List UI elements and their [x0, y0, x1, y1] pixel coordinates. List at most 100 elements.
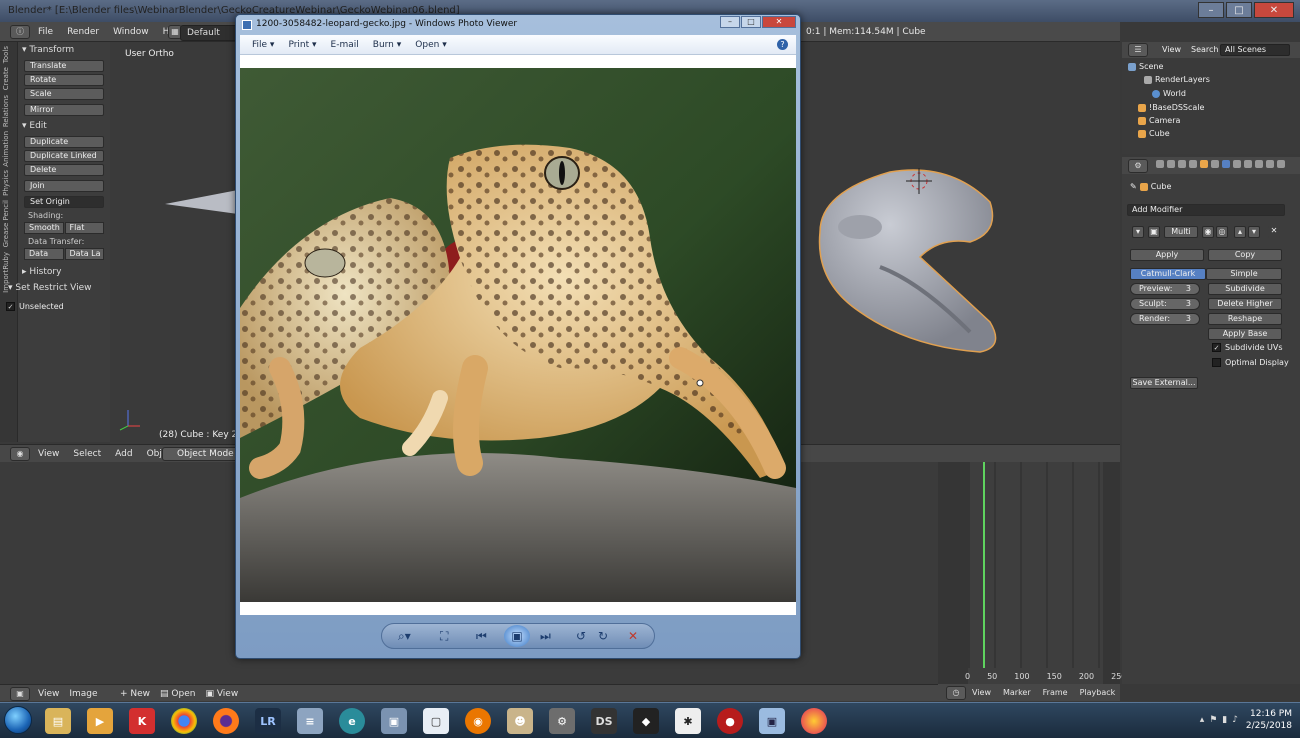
outliner-editor-icon[interactable]: ☰: [1128, 43, 1148, 57]
previous-icon[interactable]: ⏮: [476, 629, 487, 644]
menu-search[interactable]: Search: [1191, 45, 1218, 54]
menu-frame[interactable]: Frame: [1043, 688, 1068, 697]
minimize-icon[interactable]: –: [1198, 2, 1224, 18]
window-taskbar-icon[interactable]: ▣: [381, 708, 407, 734]
menu-timeline-view[interactable]: View: [972, 688, 991, 697]
lightroom-taskbar-icon[interactable]: LR: [255, 708, 281, 734]
delete-higher-button[interactable]: Delete Higher: [1208, 298, 1282, 310]
k-app-taskbar-icon[interactable]: K: [129, 708, 155, 734]
pv-menu-print[interactable]: Print ▾: [288, 40, 316, 50]
volume-icon[interactable]: ♪: [1232, 715, 1238, 725]
scene-filter-select[interactable]: All Scenes: [1220, 44, 1290, 56]
catmull-clark-button[interactable]: Catmull-Clark: [1130, 268, 1206, 280]
zoom-icon[interactable]: ⌕▾: [398, 629, 411, 644]
outliner-item-renderlayers[interactable]: RenderLayers: [1144, 75, 1210, 84]
browser-taskbar-icon[interactable]: [801, 708, 827, 734]
scale-button[interactable]: Scale: [24, 88, 104, 100]
flag-icon[interactable]: ⚑: [1209, 715, 1217, 725]
menu-outliner-view[interactable]: View: [1162, 45, 1181, 54]
rotate-button[interactable]: Rotate: [24, 74, 104, 86]
timeline-area[interactable]: 0 50 100 150 200 250: [938, 462, 1126, 684]
join-button[interactable]: Join: [24, 180, 104, 192]
particles-tab-icon[interactable]: [1266, 160, 1274, 168]
menu-select[interactable]: Select: [73, 449, 101, 459]
pv-menu-burn[interactable]: Burn ▾: [373, 40, 402, 50]
tab-physics[interactable]: Physics: [2, 170, 10, 196]
menu-add[interactable]: Add: [115, 449, 132, 459]
flat-button[interactable]: Flat: [64, 222, 104, 234]
close-icon[interactable]: ✕: [1254, 2, 1294, 18]
unselected-checkbox[interactable]: ✓ Unselected: [6, 302, 110, 311]
slideshow-icon[interactable]: ▣: [504, 625, 530, 647]
chrome-taskbar-icon[interactable]: [171, 708, 197, 734]
menu-image-view[interactable]: View: [38, 689, 59, 699]
object-mode-select[interactable]: Object Mode: [162, 447, 245, 461]
duplicate-button[interactable]: Duplicate: [24, 136, 104, 148]
smooth-button[interactable]: Smooth: [24, 222, 64, 234]
record-taskbar-icon[interactable]: ●: [717, 708, 743, 734]
pv-menu-open[interactable]: Open ▾: [415, 40, 446, 50]
view-toggle-icon[interactable]: ◎: [1216, 226, 1228, 238]
tab-relations[interactable]: Relations: [2, 95, 10, 127]
pose-taskbar-icon[interactable]: ✱: [675, 708, 701, 734]
physics-tab-icon[interactable]: [1277, 160, 1285, 168]
collapse-modifier-icon[interactable]: ▾: [1132, 226, 1144, 238]
remove-modifier-icon[interactable]: ✕: [1268, 226, 1280, 238]
optimal-display-checkbox[interactable]: Optimal Display: [1212, 358, 1289, 367]
restrict-view-header[interactable]: ▾ Set Restrict View: [4, 280, 110, 296]
new-image-button[interactable]: + New: [120, 689, 150, 699]
reshape-button[interactable]: Reshape: [1208, 313, 1282, 325]
copy-button[interactable]: Copy: [1208, 249, 1282, 261]
firefox-taskbar-icon[interactable]: [213, 708, 239, 734]
next-icon[interactable]: ⏭: [540, 629, 551, 644]
modifiers-tab-icon[interactable]: [1222, 160, 1230, 168]
duplicate-linked-button[interactable]: Duplicate Linked: [24, 150, 104, 162]
photo-taskbar-icon[interactable]: ▢: [423, 708, 449, 734]
apply-button[interactable]: Apply: [1130, 249, 1204, 261]
render-level-field[interactable]: Render: 3: [1130, 313, 1200, 325]
data-tab-icon[interactable]: [1233, 160, 1241, 168]
render-toggle-icon[interactable]: ◉: [1202, 226, 1214, 238]
info-editor-icon[interactable]: ⓘ: [10, 25, 30, 39]
world-tab-icon[interactable]: [1189, 160, 1197, 168]
move-up-icon[interactable]: ▴: [1234, 226, 1246, 238]
outliner-item-camera[interactable]: Camera: [1138, 116, 1180, 125]
edit-panel-header[interactable]: ▾ Edit: [18, 118, 110, 134]
sculpt-level-field[interactable]: Sculpt: 3: [1130, 298, 1200, 310]
transform-panel-header[interactable]: ▾ Transform: [18, 42, 110, 58]
start-button-icon[interactable]: [4, 706, 32, 734]
rotate-left-icon[interactable]: ↺: [576, 629, 586, 643]
daz-studio-taskbar-icon[interactable]: DS: [591, 708, 617, 734]
actual-size-icon[interactable]: ⛶: [440, 629, 448, 644]
mirror-button[interactable]: Mirror: [24, 104, 104, 116]
set-origin-select[interactable]: Set Origin: [24, 196, 104, 208]
texture-tab-icon[interactable]: [1255, 160, 1263, 168]
network-icon[interactable]: ▮: [1222, 715, 1227, 725]
material-tab-icon[interactable]: [1244, 160, 1252, 168]
outliner-item-basedsscale[interactable]: !BaseDSScale: [1138, 103, 1204, 112]
menu-image[interactable]: Image: [69, 689, 97, 699]
pv-minimize-icon[interactable]: –: [720, 16, 740, 28]
properties-editor-icon[interactable]: ⚙: [1128, 159, 1148, 173]
sculpt-taskbar-icon[interactable]: ⚙: [549, 708, 575, 734]
add-modifier-select[interactable]: Add Modifier: [1127, 204, 1285, 216]
tray-expand-icon[interactable]: ▴: [1200, 715, 1205, 725]
pv-maximize-icon[interactable]: □: [741, 16, 761, 28]
menu-window[interactable]: Window: [113, 27, 149, 37]
pv-menu-file[interactable]: File ▾: [252, 40, 274, 50]
modifier-name-field[interactable]: Multi: [1164, 226, 1198, 238]
tab-animation[interactable]: Animation: [2, 131, 10, 167]
menu-render[interactable]: Render: [67, 27, 99, 37]
blender-taskbar-icon[interactable]: ◉: [465, 708, 491, 734]
open-image-button[interactable]: ▤ Open: [160, 689, 195, 699]
constraints-tab-icon[interactable]: [1211, 160, 1219, 168]
apply-base-button[interactable]: Apply Base: [1208, 328, 1282, 340]
subdivide-button[interactable]: Subdivide: [1208, 283, 1282, 295]
tab-tools[interactable]: Tools: [2, 46, 10, 63]
gecko-head-model[interactable]: [800, 162, 1010, 362]
menu-file[interactable]: File: [38, 27, 53, 37]
object-tab-icon[interactable]: [1200, 160, 1208, 168]
move-down-icon[interactable]: ▾: [1248, 226, 1260, 238]
tab-grease-pencil[interactable]: Grease Pencil: [2, 200, 10, 247]
explorer-taskbar-icon[interactable]: ▤: [45, 708, 71, 734]
